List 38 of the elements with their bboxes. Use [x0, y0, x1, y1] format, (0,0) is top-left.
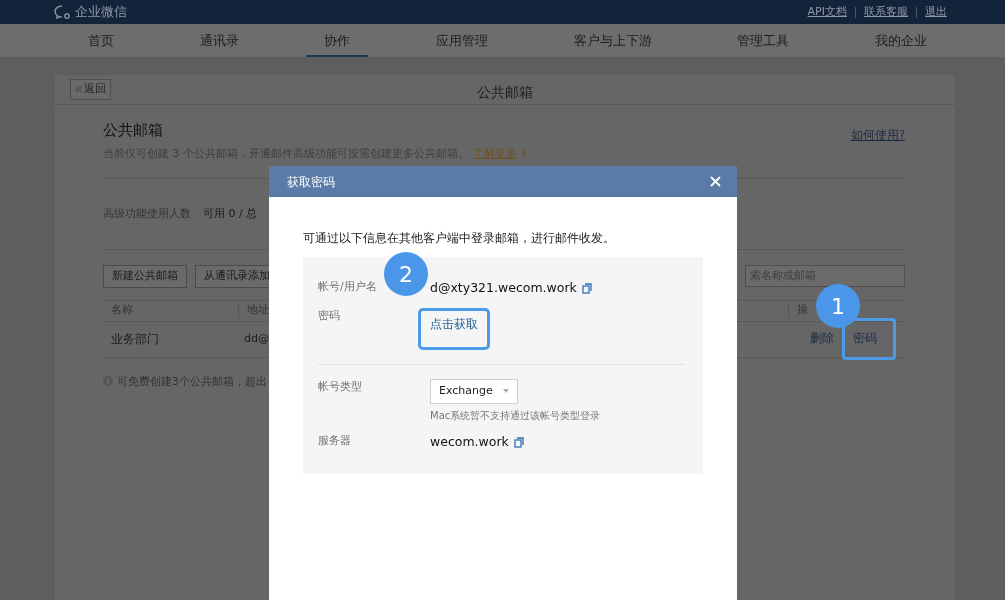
- section-heading: 公共邮箱: [103, 120, 164, 141]
- table-cell-text: dd@: [243, 330, 270, 347]
- help-link[interactable]: 如何使用?: [850, 127, 905, 145]
- nav-tab[interactable]: 首页: [70, 24, 132, 57]
- dialog-title: 获取密码: [287, 173, 335, 191]
- nav-tab[interactable]: 客户与上下游: [555, 24, 670, 57]
- action-button[interactable]: 新建公共邮箱: [103, 265, 187, 288]
- nav-tab[interactable]: 协作: [306, 24, 369, 57]
- field-value: d@xty321.wecom.work: [430, 279, 577, 297]
- nav-tab[interactable]: 管理工具: [719, 24, 808, 57]
- get-password-link[interactable]: 点击获取: [418, 307, 490, 350]
- chat-bubble-icon: [53, 4, 71, 20]
- copy-icon[interactable]: [581, 282, 592, 294]
- field-label: 帐号/用户名: [318, 279, 378, 295]
- account-type-select[interactable]: Exchange: [430, 378, 518, 404]
- table-cell-text: 业务部门: [110, 331, 160, 348]
- logo-text: 企业微信: [75, 3, 127, 22]
- field-label: 服务器: [318, 432, 352, 449]
- copy-icon[interactable]: [513, 436, 524, 448]
- field-label: 帐号类型: [318, 378, 363, 395]
- top-link[interactable]: 退出: [917, 3, 955, 21]
- nav-tab[interactable]: 通讯录: [181, 24, 257, 57]
- dropdown-arrow-icon: [503, 389, 509, 394]
- intro-text: 可通过以下信息在其他客户端中登录邮箱，进行邮件收发。: [303, 230, 616, 247]
- nav-tab[interactable]: 应用管理: [417, 24, 506, 57]
- nav-tab[interactable]: 我的企业: [856, 24, 945, 57]
- double-chevron-icon: [75, 86, 82, 93]
- field-value: wecom.work: [430, 432, 509, 451]
- chevron-icon: [521, 149, 527, 159]
- top-link[interactable]: API文档: [799, 3, 855, 21]
- page-title: 公共邮箱: [477, 83, 533, 102]
- top-link[interactable]: 联系客服: [856, 3, 916, 21]
- hint-text: Mac系统暂不支持通过该帐号类型登录: [430, 408, 601, 423]
- action-link[interactable]: 删除: [810, 330, 834, 348]
- back-button[interactable]: 返回: [70, 79, 111, 100]
- usage-value: 可用 0 / 总: [203, 205, 258, 222]
- field-label: 密码: [318, 307, 341, 324]
- close-button[interactable]: [710, 176, 721, 187]
